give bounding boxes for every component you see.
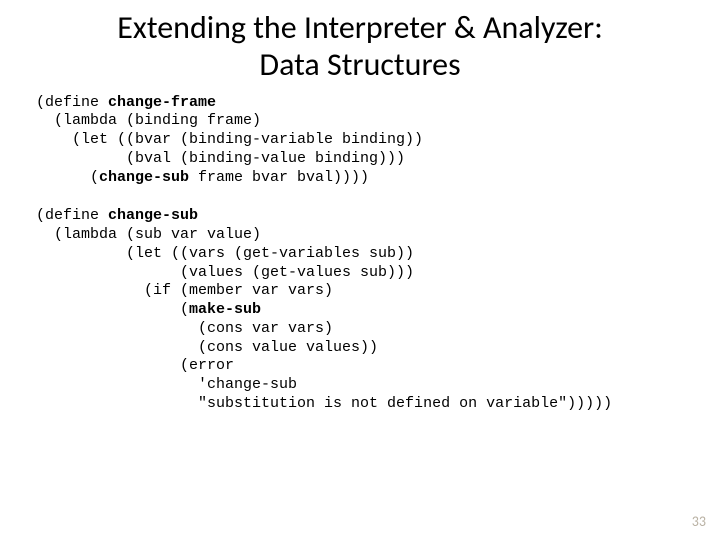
code-text: ( <box>36 169 99 186</box>
spacer <box>0 187 720 201</box>
code-text: (define <box>36 94 108 111</box>
code-text: (cons var vars) <box>36 320 333 337</box>
code-text: (lambda (binding frame) <box>36 112 261 129</box>
title-line-1: Extending the Interpreter & Analyzer: <box>117 8 603 47</box>
code-bold: change-frame <box>108 94 216 111</box>
code-text: (cons value values)) <box>36 339 378 356</box>
code-text: ( <box>36 301 189 318</box>
code-text: (if (member var vars) <box>36 282 333 299</box>
code-text: frame bvar bval)))) <box>189 169 369 186</box>
code-block-2: (define change-sub (lambda (sub var valu… <box>0 201 720 413</box>
title-line-2: Data Structures <box>259 45 460 84</box>
code-bold: change-sub <box>108 207 198 224</box>
code-text: (define <box>36 207 108 224</box>
code-text: "substitution is not defined on variable… <box>36 395 612 412</box>
code-bold: make-sub <box>189 301 261 318</box>
code-bold: change-sub <box>99 169 189 186</box>
code-text: (bval (binding-value binding))) <box>36 150 405 167</box>
page-number: 33 <box>692 513 706 530</box>
code-text: (let ((bvar (binding-variable binding)) <box>36 131 423 148</box>
slide-title: Extending the Interpreter & Analyzer: Da… <box>0 0 720 88</box>
code-block-1: (define change-frame (lambda (binding fr… <box>0 88 720 188</box>
code-text: (error <box>36 357 234 374</box>
code-text: (lambda (sub var value) <box>36 226 261 243</box>
code-text: 'change-sub <box>36 376 297 393</box>
code-text: (let ((vars (get-variables sub)) <box>36 245 414 262</box>
slide: Extending the Interpreter & Analyzer: Da… <box>0 0 720 540</box>
code-text: (values (get-values sub))) <box>36 264 414 281</box>
